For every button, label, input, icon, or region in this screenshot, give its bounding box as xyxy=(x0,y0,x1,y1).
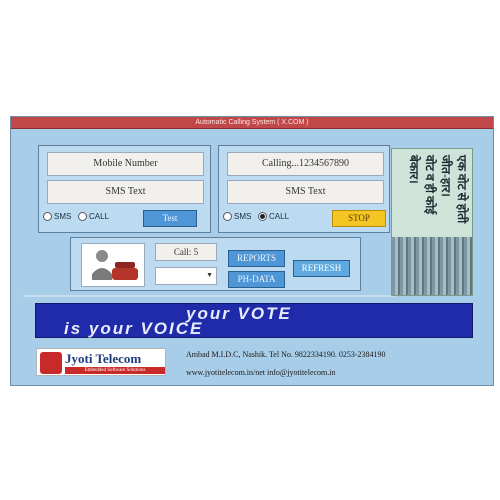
company-logo: Jyoti Telecom Embedded Software Solution… xyxy=(36,348,166,376)
calling-status-field[interactable]: Calling...1234567890 xyxy=(227,152,384,176)
ph-data-button[interactable]: PH-DATA xyxy=(228,271,285,288)
right-sms-radio[interactable]: SMS xyxy=(223,212,252,222)
sms-text-field-right[interactable]: SMS Text xyxy=(227,180,384,204)
banner-line2: is your VOICE xyxy=(64,319,204,338)
left-call-radio-label: CALL xyxy=(89,212,110,221)
right-radio-group: SMS CALL xyxy=(223,212,313,226)
stop-button[interactable]: STOP xyxy=(332,210,386,227)
window-title: Automatic Calling System ( X.COM ) xyxy=(195,119,309,126)
test-button[interactable]: Test xyxy=(143,210,197,227)
hindi-slogan-line2: वोट व ही कोई बेकार। xyxy=(407,155,437,215)
hindi-slogan-line1: एक वोट से होती जीत-हार। xyxy=(439,155,469,224)
left-input-group: Mobile Number SMS Text SMS CALL Test xyxy=(38,145,211,233)
hindi-slogan-text: एक वोट से होती जीत-हार। वोट व ही कोई बेक… xyxy=(396,155,470,239)
radio-icon xyxy=(223,212,232,222)
footer-contact: www.jyotitelecom.in/net info@jyotiteleco… xyxy=(186,368,336,377)
phone-operator-icon xyxy=(81,243,145,287)
left-sms-radio-label: SMS xyxy=(54,212,72,221)
content-divider xyxy=(23,295,395,297)
crowd-image xyxy=(392,237,472,295)
phone-operator-svg xyxy=(92,250,138,280)
radio-selected-icon xyxy=(258,212,268,222)
right-input-group: Calling...1234567890 SMS Text SMS CALL S… xyxy=(218,145,390,233)
left-call-radio[interactable]: CALL xyxy=(78,212,110,222)
call-count-display: Call: 5 xyxy=(155,243,217,261)
right-sms-radio-label: SMS xyxy=(234,212,252,221)
company-name: Jyoti Telecom xyxy=(65,351,142,366)
number-dropdown[interactable]: ▼ xyxy=(155,267,217,285)
logo-mark-icon xyxy=(40,352,62,374)
radio-icon xyxy=(43,212,52,222)
company-tagline: Embedded Software Solutions xyxy=(65,367,165,374)
radio-icon xyxy=(78,212,88,222)
left-radio-group: SMS CALL xyxy=(43,212,133,226)
refresh-button[interactable]: REFRESH xyxy=(293,260,350,277)
right-call-radio-label: CALL xyxy=(269,212,290,221)
hindi-slogan-panel: एक वोट से होती जीत-हार। वोट व ही कोई बेक… xyxy=(391,148,473,296)
sms-text-field[interactable]: SMS Text xyxy=(47,180,204,204)
footer-address: Ambad M.I.D.C, Nashik. Tel No. 982233419… xyxy=(186,350,386,359)
chevron-down-icon: ▼ xyxy=(206,271,213,279)
left-sms-radio[interactable]: SMS xyxy=(43,212,72,222)
middle-control-group: Call: 5 ▼ REPORTS PH-DATA REFRESH xyxy=(70,237,361,291)
title-bar: Automatic Calling System ( X.COM ) xyxy=(11,117,493,129)
vote-banner: your VOTE is your VOICE xyxy=(35,303,473,338)
right-call-radio[interactable]: CALL xyxy=(258,212,290,222)
reports-button[interactable]: REPORTS xyxy=(228,250,285,267)
mobile-number-field[interactable]: Mobile Number xyxy=(47,152,204,176)
